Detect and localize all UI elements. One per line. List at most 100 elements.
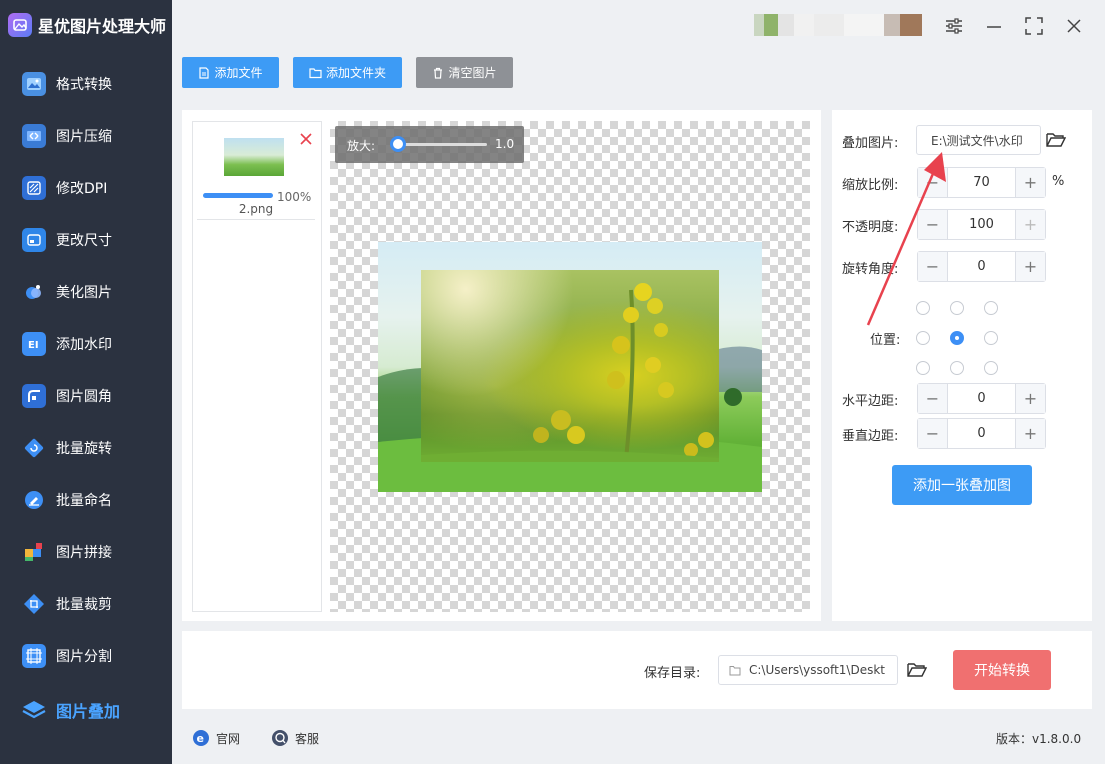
start-convert-button[interactable]: 开始转换 bbox=[953, 650, 1051, 690]
sidebar-item-format-convert[interactable]: 格式转换 bbox=[0, 58, 172, 110]
sidebar-item-rotate[interactable]: 批量旋转 bbox=[0, 422, 172, 474]
annotation-arrow-icon bbox=[866, 152, 946, 326]
close-icon[interactable] bbox=[1062, 14, 1086, 38]
opacity-increase-button[interactable]: + bbox=[1015, 210, 1045, 239]
sidebar-item-label: 美化图片 bbox=[56, 285, 112, 301]
file-progress-bar bbox=[203, 193, 273, 198]
beautify-icon bbox=[22, 280, 46, 304]
v-margin-increase-button[interactable]: + bbox=[1015, 419, 1045, 448]
user-avatar-blurred[interactable] bbox=[754, 14, 922, 36]
sidebar-item-stitch[interactable]: 图片拼接 bbox=[0, 526, 172, 578]
chat-icon bbox=[272, 730, 288, 746]
support-label: 客服 bbox=[295, 731, 320, 746]
h-margin-decrease-button[interactable]: − bbox=[918, 384, 948, 413]
position-bottom-center-radio[interactable] bbox=[950, 361, 964, 375]
support-link[interactable]: 客服 bbox=[271, 728, 319, 748]
sidebar-item-label: 图片叠加 bbox=[56, 702, 121, 721]
position-top-right-radio[interactable] bbox=[984, 301, 998, 315]
v-margin-stepper: − 0 + bbox=[917, 418, 1046, 449]
split-icon bbox=[22, 644, 46, 668]
sidebar-item-rounded-corner[interactable]: 图片圆角 bbox=[0, 370, 172, 422]
compress-icon bbox=[22, 124, 46, 148]
rotate-icon bbox=[22, 436, 46, 460]
clear-images-label: 清空图片 bbox=[448, 66, 497, 80]
sidebar-item-watermark[interactable]: EI 添加水印 bbox=[0, 318, 172, 370]
file-icon bbox=[199, 66, 210, 79]
add-file-label: 添加文件 bbox=[214, 66, 263, 80]
flower-icon bbox=[421, 283, 719, 462]
zoom-control: 放大: 1.0 bbox=[335, 126, 524, 163]
zoom-slider-track[interactable] bbox=[397, 143, 487, 146]
website-link[interactable]: e 官网 bbox=[192, 728, 240, 748]
browser-icon: e bbox=[193, 730, 209, 746]
sidebar-item-resize[interactable]: 更改尺寸 bbox=[0, 214, 172, 266]
scale-increase-button[interactable]: + bbox=[1015, 168, 1045, 197]
save-directory-label: 保存目录: bbox=[644, 666, 701, 681]
folder-icon bbox=[729, 665, 741, 675]
svg-text:EI: EI bbox=[28, 340, 39, 351]
sidebar-item-label: 图片拼接 bbox=[56, 545, 112, 561]
v-margin-value[interactable]: 0 bbox=[948, 419, 1015, 448]
v-margin-decrease-button[interactable]: − bbox=[918, 419, 948, 448]
position-bottom-right-radio[interactable] bbox=[984, 361, 998, 375]
sidebar-item-label: 格式转换 bbox=[56, 77, 112, 93]
sidebar-item-rename[interactable]: 批量命名 bbox=[0, 474, 172, 526]
h-margin-stepper: − 0 + bbox=[917, 383, 1046, 414]
add-folder-button[interactable]: 添加文件夹 bbox=[293, 57, 402, 88]
h-margin-increase-button[interactable]: + bbox=[1015, 384, 1045, 413]
file-card[interactable]: 100% 2.png bbox=[197, 126, 315, 220]
sidebar-item-label: 批量裁剪 bbox=[56, 597, 112, 613]
open-folder-icon[interactable] bbox=[1046, 131, 1067, 153]
app-logo-icon bbox=[8, 13, 32, 37]
zoom-value: 1.0 bbox=[495, 137, 515, 151]
sidebar-item-crop[interactable]: 批量裁剪 bbox=[0, 578, 172, 630]
scale-unit: % bbox=[1052, 174, 1065, 189]
file-list: 100% 2.png bbox=[192, 121, 322, 612]
resize-icon bbox=[22, 228, 46, 252]
sidebar-item-overlay[interactable]: 图片叠加 bbox=[0, 684, 172, 736]
position-bottom-left-radio[interactable] bbox=[916, 361, 930, 375]
version-label: 版本：v1.8.0.0 bbox=[996, 732, 1082, 746]
settings-sliders-icon[interactable] bbox=[942, 14, 966, 38]
h-margin-label: 水平边距: bbox=[842, 394, 899, 409]
zoom-label: 放大: bbox=[347, 139, 376, 153]
save-directory-field[interactable]: C:\Users\yssoft1\Deskt bbox=[718, 655, 898, 685]
add-overlay-image-button[interactable]: 添加一张叠加图 bbox=[892, 465, 1032, 505]
position-middle-right-radio[interactable] bbox=[984, 331, 998, 345]
crop-icon bbox=[22, 592, 46, 616]
clear-images-button[interactable]: 清空图片 bbox=[416, 57, 513, 88]
sidebar-item-label: 批量命名 bbox=[56, 493, 112, 509]
sidebar-item-label: 修改DPI bbox=[56, 181, 108, 197]
maximize-icon[interactable] bbox=[1022, 14, 1046, 38]
watermark-icon: EI bbox=[22, 332, 46, 356]
sidebar-item-label: 更改尺寸 bbox=[56, 233, 112, 249]
sidebar-item-dpi[interactable]: 修改DPI bbox=[0, 162, 172, 214]
trash-icon bbox=[434, 67, 443, 79]
file-thumbnail bbox=[224, 138, 284, 176]
zoom-slider-thumb[interactable] bbox=[390, 136, 406, 152]
image-convert-icon bbox=[22, 72, 46, 96]
sidebar-item-label: 图片圆角 bbox=[56, 389, 112, 405]
app-header: 星优图片处理大师 bbox=[0, 0, 172, 50]
minimize-icon[interactable] bbox=[982, 14, 1006, 38]
website-label: 官网 bbox=[216, 731, 241, 746]
remove-file-icon[interactable] bbox=[299, 132, 313, 146]
overlay-image[interactable] bbox=[421, 270, 719, 462]
sidebar-item-beautify[interactable]: 美化图片 bbox=[0, 266, 172, 318]
rotation-increase-button[interactable]: + bbox=[1015, 252, 1045, 281]
add-file-button[interactable]: 添加文件 bbox=[182, 57, 279, 88]
svg-text:e: e bbox=[197, 732, 204, 745]
h-margin-value[interactable]: 0 bbox=[948, 384, 1015, 413]
sidebar: 星优图片处理大师 格式转换 图片压缩 修改DPI 更改尺寸 美化图片 EI 添加… bbox=[0, 0, 172, 764]
file-name: 2.png bbox=[238, 202, 274, 216]
layers-icon bbox=[22, 698, 46, 722]
sidebar-item-compress[interactable]: 图片压缩 bbox=[0, 110, 172, 162]
browse-folder-icon[interactable] bbox=[907, 661, 928, 683]
save-directory-path: C:\Users\yssoft1\Deskt bbox=[749, 663, 885, 677]
folder-icon bbox=[309, 67, 322, 78]
rounded-corner-icon bbox=[22, 384, 46, 408]
sidebar-item-label: 添加水印 bbox=[56, 337, 112, 353]
sidebar-item-label: 图片压缩 bbox=[56, 129, 112, 145]
app-title: 星优图片处理大师 bbox=[38, 17, 167, 36]
sidebar-item-split[interactable]: 图片分割 bbox=[0, 630, 172, 682]
